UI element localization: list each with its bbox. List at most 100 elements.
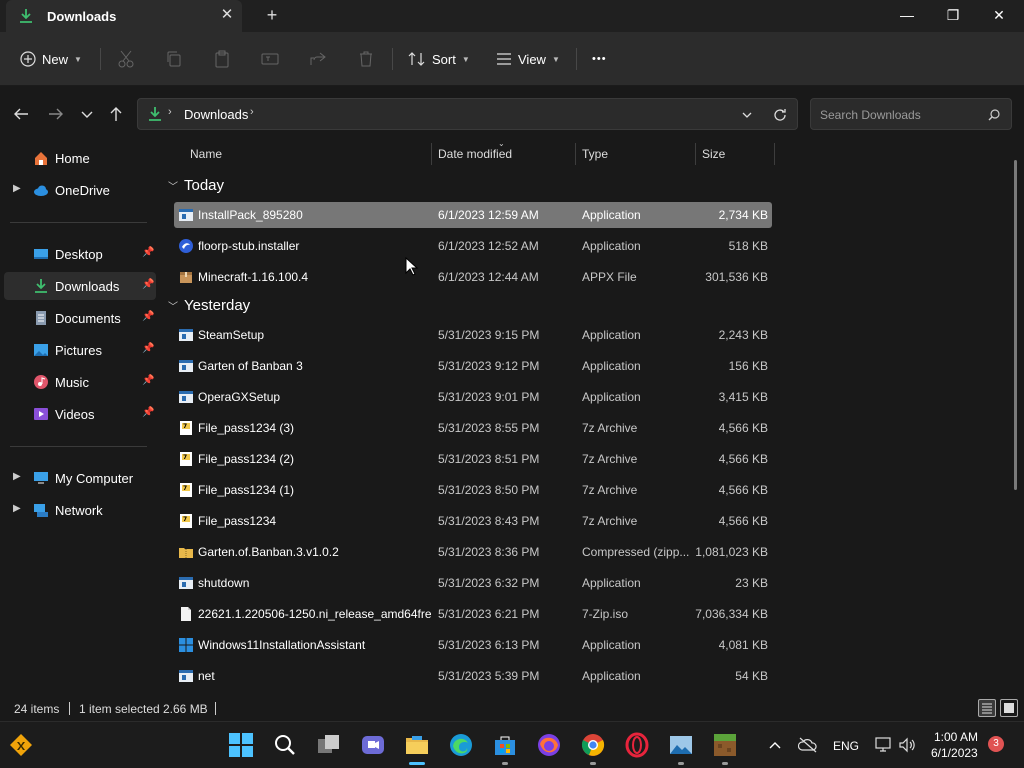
file-date: 5/31/2023 9:01 PM bbox=[438, 390, 540, 404]
search-icon[interactable] bbox=[272, 732, 298, 758]
language-indicator[interactable]: ENG bbox=[833, 739, 859, 753]
file-name: Garten.of.Banban.3.v1.0.2 bbox=[198, 545, 339, 559]
clock-time[interactable]: 1:00 AM bbox=[934, 730, 978, 744]
new-tab-button[interactable]: + bbox=[262, 5, 282, 25]
column-divider[interactable] bbox=[695, 143, 696, 165]
file-row[interactable]: Windows11InstallationAssistant 5/31/2023 … bbox=[174, 632, 772, 658]
store-icon[interactable] bbox=[492, 732, 518, 758]
column-divider[interactable] bbox=[575, 143, 576, 165]
edge-icon[interactable] bbox=[448, 732, 474, 758]
sidebar-item-pictures[interactable]: Pictures 📌 bbox=[4, 336, 156, 364]
forward-icon[interactable] bbox=[46, 104, 66, 124]
file-row[interactable]: 7 File_pass1234 5/31/2023 8:43 PM 7z Archiv… bbox=[174, 508, 772, 534]
chat-icon[interactable] bbox=[360, 732, 386, 758]
file-row[interactable]: 7 File_pass1234 (3) 5/31/2023 8:55 PM 7z Ar… bbox=[174, 415, 772, 441]
onedrive-offline-icon[interactable] bbox=[798, 736, 818, 754]
column-header-name[interactable]: Name bbox=[190, 147, 222, 171]
sidebar-item-downloads[interactable]: Downloads 📌 bbox=[4, 272, 156, 300]
sort-button[interactable]: Sort ▼ bbox=[408, 46, 470, 72]
file-row[interactable]: OperaGXSetup 5/31/2023 9:01 PM Application… bbox=[174, 384, 772, 410]
refresh-icon[interactable] bbox=[772, 107, 788, 123]
copy-icon[interactable] bbox=[164, 49, 184, 69]
file-date: 5/31/2023 5:39 PM bbox=[438, 669, 540, 683]
column-header-size[interactable]: Size bbox=[702, 147, 725, 171]
new-button[interactable]: New ▼ bbox=[20, 46, 82, 72]
chrome-icon[interactable] bbox=[580, 732, 606, 758]
tab-downloads[interactable]: Downloads ✕ bbox=[6, 0, 242, 32]
pin-icon[interactable]: 📌 bbox=[142, 343, 154, 354]
file-row[interactable]: Minecraft-1.16.100.4 6/1/2023 12:44 AM APP… bbox=[174, 264, 772, 290]
search-icon[interactable] bbox=[987, 108, 1001, 122]
sidebar-item-videos[interactable]: Videos 📌 bbox=[4, 400, 156, 428]
rename-icon[interactable] bbox=[260, 49, 280, 69]
view-button[interactable]: View ▼ bbox=[496, 46, 560, 72]
expand-chevron-icon[interactable]: ▶ bbox=[13, 183, 21, 194]
file-row[interactable]: net 5/31/2023 5:39 PM Application 54 KB bbox=[174, 663, 772, 689]
file-explorer-icon[interactable] bbox=[404, 732, 430, 758]
column-divider[interactable] bbox=[431, 143, 432, 165]
address-dropdown-icon[interactable] bbox=[740, 108, 754, 122]
address-bar[interactable]: › Downloads › bbox=[137, 98, 798, 130]
file-row[interactable]: InstallPack_895280 6/1/2023 12:59 AM Appli… bbox=[174, 202, 772, 228]
pin-icon[interactable]: 📌 bbox=[142, 375, 154, 386]
group-header-today[interactable]: ﹀ Today bbox=[168, 174, 224, 196]
close-button[interactable]: ✕ bbox=[976, 0, 1022, 30]
expand-chevron-icon[interactable]: ▶ bbox=[13, 503, 21, 514]
task-view-icon[interactable] bbox=[316, 732, 342, 758]
sidebar-item-onedrive[interactable]: ▶ OneDrive bbox=[4, 176, 156, 204]
file-row[interactable]: 22621.1.220506-1250.ni_release_amd64fre.… bbox=[174, 601, 772, 627]
search-input[interactable]: Search Downloads bbox=[820, 108, 921, 122]
column-header-type[interactable]: Type bbox=[582, 147, 608, 171]
file-row[interactable]: 7 File_pass1234 (2) 5/31/2023 8:51 PM 7z Ar… bbox=[174, 446, 772, 472]
pin-icon[interactable]: 📌 bbox=[142, 311, 154, 322]
file-row[interactable]: shutdown 5/31/2023 6:32 PM Application 23 K… bbox=[174, 570, 772, 596]
sidebar-item-desktop[interactable]: Desktop 📌 bbox=[4, 240, 156, 268]
up-icon[interactable] bbox=[106, 104, 126, 124]
file-row[interactable]: SteamSetup 5/31/2023 9:15 PM Application 2,… bbox=[174, 322, 772, 348]
start-icon[interactable] bbox=[228, 732, 254, 758]
tab-close-button[interactable]: ✕ bbox=[218, 6, 236, 24]
details-view-button[interactable] bbox=[978, 699, 996, 717]
application-icon bbox=[178, 668, 194, 684]
widget-icon[interactable] bbox=[9, 733, 33, 757]
sidebar-item-my-computer[interactable]: ▶ My Computer bbox=[4, 464, 156, 492]
recent-locations-icon[interactable] bbox=[77, 104, 97, 124]
opera-gx-icon[interactable] bbox=[624, 732, 650, 758]
firefox-icon[interactable] bbox=[536, 732, 562, 758]
expand-chevron-icon[interactable]: ▶ bbox=[13, 471, 21, 482]
file-row[interactable]: 7 File_pass1234 (1) 5/31/2023 8:50 PM 7z Ar… bbox=[174, 477, 772, 503]
sidebar-item-documents[interactable]: Documents 📌 bbox=[4, 304, 156, 332]
volume-icon[interactable] bbox=[898, 736, 918, 754]
7z-archive-icon: 7 bbox=[178, 420, 194, 436]
paste-icon[interactable] bbox=[212, 49, 232, 69]
see-more-button[interactable]: ••• bbox=[592, 46, 607, 72]
search-box[interactable]: Search Downloads bbox=[810, 98, 1012, 130]
file-row[interactable]: Garten of Banban 3 5/31/2023 9:12 PM Appli… bbox=[174, 353, 772, 379]
sidebar-item-home[interactable]: Home bbox=[4, 144, 156, 172]
cut-icon[interactable] bbox=[116, 49, 136, 69]
photos-icon[interactable] bbox=[668, 732, 694, 758]
maximize-button[interactable]: ❐ bbox=[930, 0, 976, 30]
minimize-button[interactable]: — bbox=[884, 0, 930, 30]
file-row[interactable]: floorp-stub.installer 6/1/2023 12:52 AM Ap… bbox=[174, 233, 772, 259]
clock-date[interactable]: 6/1/2023 bbox=[931, 746, 978, 760]
delete-icon[interactable] bbox=[356, 49, 376, 69]
pin-icon[interactable]: 📌 bbox=[142, 407, 154, 418]
sidebar-item-music[interactable]: Music 📌 bbox=[4, 368, 156, 396]
share-icon[interactable] bbox=[308, 49, 328, 69]
column-divider[interactable] bbox=[774, 143, 775, 165]
group-header-yesterday[interactable]: ﹀ Yesterday bbox=[168, 294, 250, 316]
sidebar-item-network[interactable]: ▶ Network bbox=[4, 496, 156, 524]
column-header-date[interactable]: Date modified bbox=[438, 147, 512, 171]
back-icon[interactable] bbox=[11, 104, 31, 124]
pin-icon[interactable]: 📌 bbox=[142, 279, 154, 290]
minecraft-icon[interactable] bbox=[712, 732, 738, 758]
notification-badge[interactable]: 3 bbox=[988, 736, 1004, 752]
file-row[interactable]: Garten.of.Banban.3.v1.0.2 5/31/2023 8:36 … bbox=[174, 539, 772, 565]
show-hidden-icons-icon[interactable] bbox=[768, 738, 782, 752]
breadcrumb-downloads[interactable]: Downloads bbox=[184, 107, 248, 122]
vertical-scrollbar[interactable] bbox=[1014, 160, 1017, 490]
pin-icon[interactable]: 📌 bbox=[142, 247, 154, 258]
network-icon[interactable] bbox=[874, 736, 894, 754]
tiles-view-button[interactable] bbox=[1000, 699, 1018, 717]
